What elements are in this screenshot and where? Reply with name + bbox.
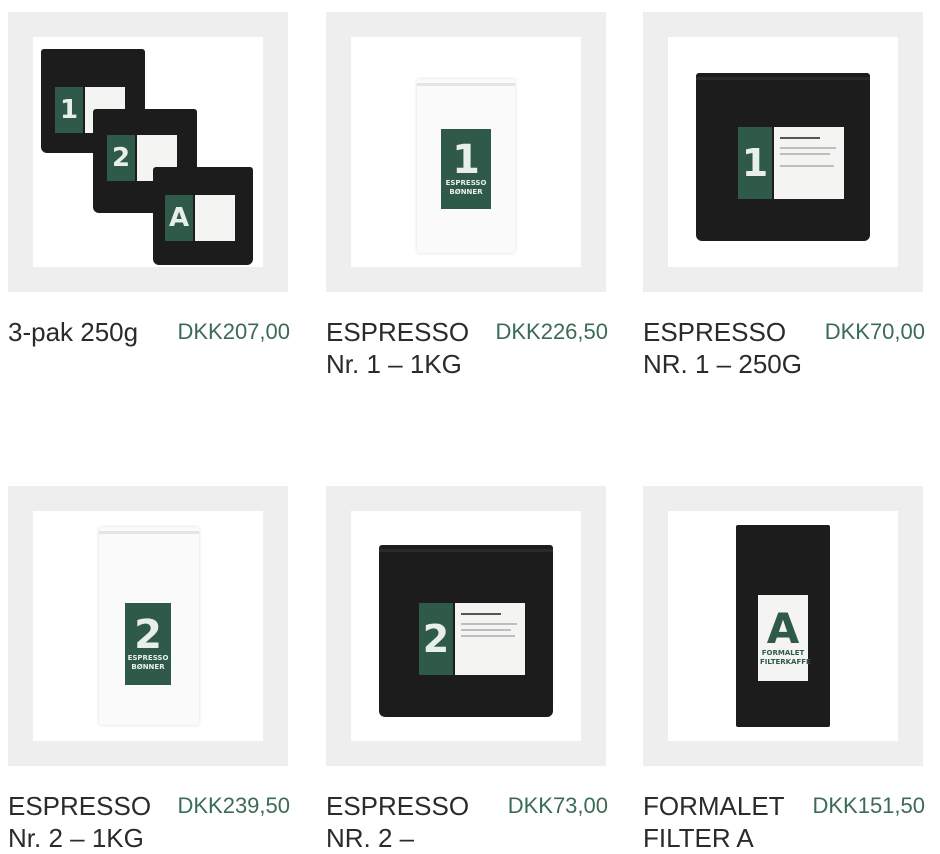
coffee-bag: 2 ESPRESSO BØNNER [99, 527, 199, 725]
bag-label-text: ESPRESSO BØNNER [127, 654, 169, 671]
product-image[interactable]: 1 2 A [8, 12, 288, 292]
product-image[interactable]: 1 [643, 12, 923, 292]
bag-label: 1 [738, 127, 772, 199]
bag-label: 2 [419, 603, 453, 675]
product-price: DKK226,50 [495, 319, 608, 344]
product-name[interactable]: FORMALET FILTER A [643, 790, 808, 854]
coffee-bag: A FORMALET FILTERKAFFE [736, 525, 830, 727]
product-name[interactable]: 3-pak 250g [8, 316, 173, 348]
product-price: DKK207,00 [177, 319, 290, 344]
product-price: DKK239,50 [177, 793, 290, 818]
product-image[interactable]: A FORMALET FILTERKAFFE [643, 486, 923, 766]
coffee-bag: A [153, 167, 253, 265]
product-image-espresso-2-250g: 2 [351, 511, 581, 741]
bag-label: A [165, 195, 193, 241]
bag-label: 1 ESPRESSO BØNNER [441, 129, 491, 209]
product-name[interactable]: ESPRESSO NR. 1 – 250G [643, 316, 808, 380]
product-price: DKK73,00 [507, 793, 608, 818]
bag-label: 1 [55, 87, 83, 133]
bag-label-glyph: A [766, 604, 800, 653]
product-image[interactable]: 2 ESPRESSO BØNNER [8, 486, 288, 766]
product-image-espresso-1-1kg: 1 ESPRESSO BØNNER [351, 37, 581, 267]
bag-label: A FORMALET FILTERKAFFE [758, 595, 811, 681]
product-name[interactable]: ESPRESSO Nr. 1 – 1KG [326, 316, 491, 380]
bag-label-glyph: 1 [452, 137, 480, 183]
product-image[interactable]: 1 ESPRESSO BØNNER [326, 12, 606, 292]
bag-label-text: ESPRESSO BØNNER [445, 179, 487, 196]
product-image[interactable]: 2 [326, 486, 606, 766]
product-image-formalet-filter-a: A FORMALET FILTERKAFFE [668, 511, 898, 741]
product-price: DKK70,00 [824, 319, 925, 344]
coffee-bag: 1 [696, 73, 870, 241]
coffee-bag: 1 ESPRESSO BØNNER [417, 79, 515, 253]
product-name[interactable]: ESPRESSO Nr. 2 – 1KG [8, 790, 173, 854]
product-name[interactable]: ESPRESSO NR. 2 – [326, 790, 491, 854]
bag-label-text: FORMALET FILTERKAFFE [760, 649, 811, 666]
product-image-espresso-2-1kg: 2 ESPRESSO BØNNER [33, 511, 263, 741]
product-image-espresso-1-250g: 1 [668, 37, 898, 267]
bag-label-glyph: 2 [134, 612, 162, 658]
bag-label: 2 ESPRESSO BØNNER [125, 603, 171, 685]
product-price: DKK151,50 [812, 793, 925, 818]
product-image-3-pak: 1 2 A [33, 37, 263, 267]
coffee-bag: 2 [379, 545, 553, 717]
bag-label: 2 [107, 135, 135, 181]
